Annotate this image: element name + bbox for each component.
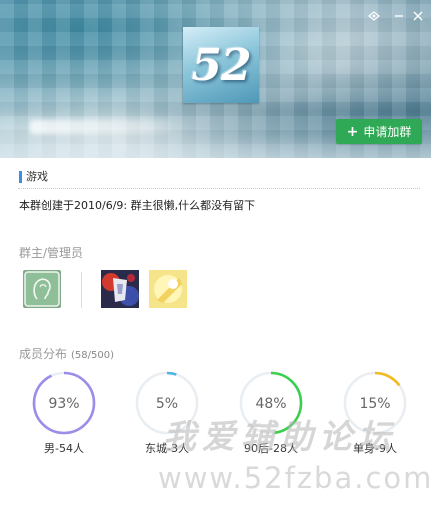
member-count: (58/500) [71, 350, 114, 361]
admins-section-title: 群主/管理员 [19, 246, 84, 260]
avatar-divider [81, 272, 82, 308]
apply-join-button[interactable]: + 申请加群 [336, 119, 422, 144]
stat-percent: 93% [48, 396, 80, 412]
admin-avatar-2[interactable] [149, 270, 187, 308]
watermark-text: 我爱辅助论坛 [163, 417, 397, 456]
group-category-tag: 游戏 [19, 171, 48, 183]
minimize-icon[interactable] [389, 6, 409, 26]
stat-caption: 男-54人 [44, 442, 84, 455]
pin-icon[interactable] [364, 6, 384, 26]
owner-avatar[interactable] [23, 270, 61, 308]
tag-marker [19, 171, 22, 183]
stat-gender: 93% 男-54人 [29, 370, 99, 456]
group-intro: 本群创建于2010/6/9: 群主很懒,什么都没有留下 [19, 199, 256, 212]
admin-avatar-1[interactable] [101, 270, 139, 308]
group-header-banner: 52 + 申请加群 [0, 0, 431, 158]
members-title-label: 成员分布 [19, 347, 68, 361]
close-icon[interactable] [408, 6, 428, 26]
watermark-url: www.52fzba.com [158, 461, 431, 495]
members-section-title: 成员分布 (58/500) [19, 345, 114, 362]
tag-label: 游戏 [26, 170, 48, 183]
plus-icon: + [346, 123, 359, 140]
group-name-obscured [30, 120, 170, 134]
divider [18, 188, 420, 189]
group-logo: 52 [183, 27, 259, 103]
apply-join-label: 申请加群 [363, 125, 412, 139]
group-logo-text: 52 [191, 39, 251, 91]
